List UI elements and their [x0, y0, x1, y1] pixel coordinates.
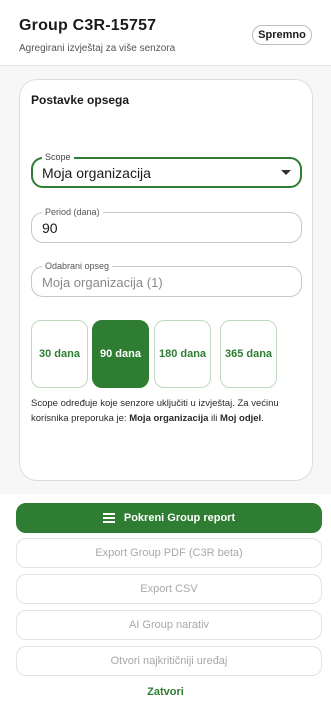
page-subtitle: Agregirani izvještaj za više senzora: [19, 43, 176, 54]
selected-scope-field: Odabrani opseg Moja organizacija (1): [31, 260, 302, 297]
card-title: Postavke opsega: [31, 93, 130, 107]
dialog-header: Group C3R-15757 Agregirani izvještaj za …: [0, 0, 331, 66]
period-input[interactable]: Period (dana) 90: [31, 206, 302, 243]
ai-narrative-button[interactable]: AI Group narativ: [16, 610, 322, 640]
help-recommendation-2: Moj odjel: [220, 413, 262, 424]
close-button[interactable]: Zatvori: [0, 686, 331, 698]
help-end: .: [261, 413, 264, 424]
preset-180-days-button[interactable]: 180 dana: [154, 320, 211, 388]
period-presets: 30 dana 90 dana 180 dana 365 dana: [31, 320, 303, 388]
help-or: ili: [208, 413, 221, 424]
page-title: Group C3R-15757: [19, 17, 157, 34]
scope-value: Moja organizacija: [42, 165, 151, 181]
export-csv-button[interactable]: Export CSV: [16, 574, 322, 604]
list-icon: [102, 513, 115, 523]
status-badge: Spremno: [252, 25, 312, 45]
run-group-report-label: Pokreni Group report: [123, 512, 236, 524]
open-critical-device-button[interactable]: Otvori najkritičniji uređaj: [16, 646, 322, 676]
help-recommendation-1: Moja organizacija: [129, 413, 209, 424]
preset-365-days-button[interactable]: 365 dana: [220, 320, 277, 388]
period-value: 90: [42, 220, 58, 236]
period-label: Period (dana): [42, 206, 103, 218]
selected-scope-value: Moja organizacija (1): [42, 275, 163, 290]
scope-label: Scope: [42, 151, 74, 163]
scope-settings-card: Postavke opsega Scope Moja organizacija …: [19, 79, 313, 481]
preset-30-days-button[interactable]: 30 dana: [31, 320, 88, 388]
caret-down-icon: [281, 170, 291, 175]
export-pdf-button[interactable]: Export Group PDF (C3R beta): [16, 538, 322, 568]
scope-select[interactable]: Scope Moja organizacija: [31, 151, 302, 188]
run-group-report-button[interactable]: Pokreni Group report: [16, 503, 322, 533]
selected-scope-label: Odabrani opseg: [42, 260, 113, 272]
preset-90-days-button[interactable]: 90 dana: [92, 320, 149, 388]
scope-help-text: Scope određuje koje senzore uključiti u …: [31, 396, 303, 426]
